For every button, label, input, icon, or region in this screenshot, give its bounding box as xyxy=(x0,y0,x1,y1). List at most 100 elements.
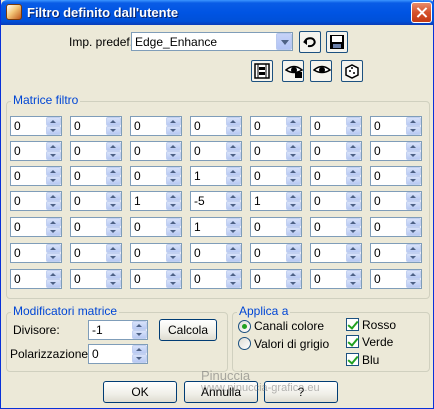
matrix-cell-spinner[interactable]: 0 xyxy=(370,269,422,289)
spin-down-icon[interactable] xyxy=(46,126,61,135)
spin-down-icon[interactable] xyxy=(226,126,241,135)
spin-up-icon[interactable] xyxy=(46,117,61,126)
matrix-cell-spinner[interactable]: 0 xyxy=(10,217,62,237)
spin-down-icon[interactable] xyxy=(406,176,421,185)
spin-down-icon[interactable] xyxy=(226,253,241,262)
matrix-cell-spinner[interactable]: 0 xyxy=(70,269,122,289)
spin-down-icon[interactable] xyxy=(226,151,241,160)
spin-up-icon[interactable] xyxy=(406,218,421,227)
spin-down-icon[interactable] xyxy=(166,227,181,236)
spin-down-icon[interactable] xyxy=(406,279,421,288)
spin-up-icon[interactable] xyxy=(286,167,301,176)
matrix-cell-spinner[interactable]: 0 xyxy=(190,243,242,263)
spin-up-icon[interactable] xyxy=(226,270,241,279)
spin-up-icon[interactable] xyxy=(132,345,147,354)
spin-down-icon[interactable] xyxy=(406,151,421,160)
spin-down-icon[interactable] xyxy=(166,126,181,135)
matrix-cell-spinner[interactable]: 1 xyxy=(250,191,302,211)
spin-up-icon[interactable] xyxy=(286,244,301,253)
matrix-cell-spinner[interactable]: 0 xyxy=(250,141,302,161)
spin-down-icon[interactable] xyxy=(166,253,181,262)
spin-down-icon[interactable] xyxy=(106,151,121,160)
matrix-cell-spinner[interactable]: 0 xyxy=(130,243,182,263)
title-bar[interactable]: Filtro definito dall'utente xyxy=(1,0,434,25)
spin-up-icon[interactable] xyxy=(346,167,361,176)
spin-up-icon[interactable] xyxy=(286,117,301,126)
spin-up-icon[interactable] xyxy=(46,218,61,227)
spin-up-icon[interactable] xyxy=(46,270,61,279)
spin-down-icon[interactable] xyxy=(346,151,361,160)
spin-down-icon[interactable] xyxy=(46,151,61,160)
spin-up-icon[interactable] xyxy=(166,142,181,151)
matrix-cell-spinner[interactable]: 0 xyxy=(310,116,362,136)
matrix-cell-spinner[interactable]: 0 xyxy=(130,141,182,161)
checkbox-green[interactable] xyxy=(346,335,359,348)
checkbox-blue[interactable] xyxy=(346,353,359,366)
spin-down-icon[interactable] xyxy=(346,201,361,210)
spin-up-icon[interactable] xyxy=(286,270,301,279)
close-icon[interactable] xyxy=(411,2,432,23)
spin-up-icon[interactable] xyxy=(406,244,421,253)
matrix-cell-spinner[interactable]: 0 xyxy=(190,269,242,289)
spin-up-icon[interactable] xyxy=(346,142,361,151)
spin-down-icon[interactable] xyxy=(132,354,147,363)
matrix-cell-spinner[interactable]: 0 xyxy=(370,217,422,237)
spin-up-icon[interactable] xyxy=(166,167,181,176)
spin-down-icon[interactable] xyxy=(346,126,361,135)
spin-down-icon[interactable] xyxy=(46,227,61,236)
spin-down-icon[interactable] xyxy=(346,253,361,262)
matrix-cell-spinner[interactable]: 0 xyxy=(310,191,362,211)
film-strip-button[interactable] xyxy=(251,60,273,82)
matrix-cell-spinner[interactable]: 0 xyxy=(190,116,242,136)
spin-down-icon[interactable] xyxy=(286,201,301,210)
spin-down-icon[interactable] xyxy=(346,227,361,236)
spin-down-icon[interactable] xyxy=(226,279,241,288)
spin-down-icon[interactable] xyxy=(166,201,181,210)
preset-combo[interactable]: Edge_Enhance xyxy=(131,32,293,51)
matrix-cell-spinner[interactable]: 0 xyxy=(250,217,302,237)
spin-up-icon[interactable] xyxy=(166,117,181,126)
matrix-cell-spinner[interactable]: 0 xyxy=(130,166,182,186)
divisor-spinner[interactable]: -1 xyxy=(88,320,148,340)
spin-up-icon[interactable] xyxy=(226,167,241,176)
spin-down-icon[interactable] xyxy=(346,279,361,288)
spin-up-icon[interactable] xyxy=(106,270,121,279)
spin-down-icon[interactable] xyxy=(106,227,121,236)
spin-down-icon[interactable] xyxy=(106,201,121,210)
spin-up-icon[interactable] xyxy=(166,244,181,253)
spin-up-icon[interactable] xyxy=(406,142,421,151)
matrix-cell-spinner[interactable]: 0 xyxy=(10,116,62,136)
spin-down-icon[interactable] xyxy=(286,151,301,160)
spin-down-icon[interactable] xyxy=(106,253,121,262)
spin-up-icon[interactable] xyxy=(286,218,301,227)
matrix-cell-spinner[interactable]: 0 xyxy=(10,141,62,161)
spin-up-icon[interactable] xyxy=(106,244,121,253)
spin-up-icon[interactable] xyxy=(346,192,361,201)
matrix-cell-spinner[interactable]: 0 xyxy=(310,141,362,161)
spin-down-icon[interactable] xyxy=(46,253,61,262)
matrix-cell-spinner[interactable]: 0 xyxy=(10,269,62,289)
checkbox-red[interactable] xyxy=(346,318,359,331)
spin-up-icon[interactable] xyxy=(226,117,241,126)
matrix-cell-spinner[interactable]: 0 xyxy=(250,243,302,263)
matrix-cell-spinner[interactable]: 0 xyxy=(70,141,122,161)
spin-down-icon[interactable] xyxy=(46,279,61,288)
spin-up-icon[interactable] xyxy=(346,218,361,227)
spin-up-icon[interactable] xyxy=(46,167,61,176)
spin-down-icon[interactable] xyxy=(132,330,147,339)
reset-button[interactable] xyxy=(299,31,321,53)
matrix-cell-spinner[interactable]: 0 xyxy=(70,217,122,237)
matrix-cell-spinner[interactable]: 0 xyxy=(130,269,182,289)
spin-up-icon[interactable] xyxy=(166,218,181,227)
spin-down-icon[interactable] xyxy=(346,176,361,185)
spin-down-icon[interactable] xyxy=(406,126,421,135)
spin-down-icon[interactable] xyxy=(46,176,61,185)
spin-up-icon[interactable] xyxy=(166,270,181,279)
chevron-down-icon[interactable] xyxy=(276,33,292,50)
matrix-cell-spinner[interactable]: 0 xyxy=(370,191,422,211)
spin-down-icon[interactable] xyxy=(406,201,421,210)
spin-down-icon[interactable] xyxy=(406,227,421,236)
matrix-cell-spinner[interactable]: 0 xyxy=(250,269,302,289)
matrix-cell-spinner[interactable]: 0 xyxy=(310,217,362,237)
spin-up-icon[interactable] xyxy=(106,117,121,126)
